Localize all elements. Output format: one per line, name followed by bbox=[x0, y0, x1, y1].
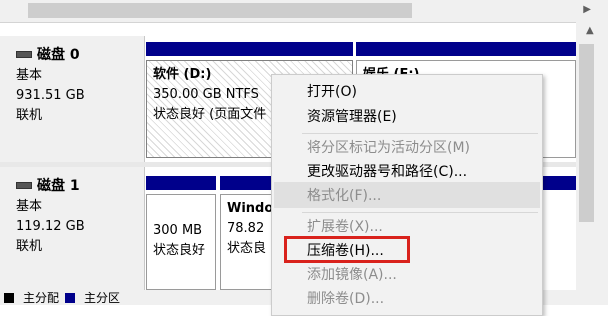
disk-icon bbox=[16, 181, 32, 189]
legend-label: 主分配 bbox=[23, 291, 60, 305]
partition-strip bbox=[356, 42, 576, 56]
disk-0-title: 磁盘 0 bbox=[37, 47, 80, 63]
partition-strip bbox=[146, 42, 353, 56]
scroll-up-arrow-icon[interactable]: ▲ bbox=[586, 25, 594, 36]
disk-1-size: 119.12 GB bbox=[16, 219, 85, 234]
menu-divider bbox=[302, 133, 538, 134]
volume-status: 状态良好 bbox=[153, 243, 206, 258]
disk-0-status: 联机 bbox=[16, 108, 43, 123]
menu-item-explorer[interactable]: 资源管理器(E) bbox=[307, 108, 397, 126]
disk-1-type: 基本 bbox=[16, 199, 43, 214]
context-menu: 打开(O) 资源管理器(E) 将分区标记为活动分区(M) 更改驱动器号和路径(C… bbox=[271, 74, 543, 316]
vertical-scrollbar[interactable]: ▲ bbox=[576, 22, 608, 305]
disk-1-title: 磁盘 1 bbox=[37, 178, 80, 194]
menu-item-change-letter[interactable]: 更改驱动器号和路径(C)... bbox=[307, 163, 467, 181]
scroll-right-arrow-icon[interactable]: ▶ bbox=[583, 4, 591, 15]
disk-1-info[interactable]: 磁盘 1 基本 119.12 GB 联机 bbox=[0, 167, 145, 290]
menu-item-add-mirror[interactable]: 添加镜像(A)... bbox=[307, 266, 397, 284]
disk-0-size: 931.51 GB bbox=[16, 88, 85, 103]
legend-swatch bbox=[65, 292, 76, 303]
legend-label: 主分区 bbox=[84, 291, 121, 305]
volume-system-reserved[interactable]: 300 MB 状态良好 bbox=[146, 194, 216, 290]
horizontal-scrollbar-thumb[interactable] bbox=[28, 3, 412, 18]
menu-item-extend[interactable]: 扩展卷(X)... bbox=[307, 218, 383, 236]
menu-item-mark-active[interactable]: 将分区标记为活动分区(M) bbox=[307, 139, 470, 157]
volume-size: 300 MB bbox=[153, 223, 203, 238]
shrink-highlight-box bbox=[284, 236, 410, 263]
volume-size: 78.82 bbox=[227, 221, 265, 236]
menu-divider bbox=[302, 212, 538, 213]
volume-name: Windo bbox=[227, 201, 274, 216]
disk-icon bbox=[16, 50, 32, 58]
menu-item-delete[interactable]: 删除卷(D)... bbox=[307, 290, 384, 308]
partition-strip bbox=[146, 176, 216, 190]
menu-item-open[interactable]: 打开(O) bbox=[307, 83, 357, 101]
disk-1-status: 联机 bbox=[16, 239, 43, 254]
disk-0-info[interactable]: 磁盘 0 基本 931.51 GB 联机 bbox=[0, 36, 145, 162]
menu-item-format[interactable]: 格式化(F)... bbox=[307, 187, 381, 205]
legend-swatch bbox=[4, 292, 14, 303]
vertical-scrollbar-thumb[interactable] bbox=[579, 44, 594, 222]
disk-0-type: 基本 bbox=[16, 68, 43, 83]
horizontal-scrollbar[interactable]: ▶ bbox=[0, 0, 608, 23]
volume-status: 状态良 bbox=[227, 241, 267, 256]
